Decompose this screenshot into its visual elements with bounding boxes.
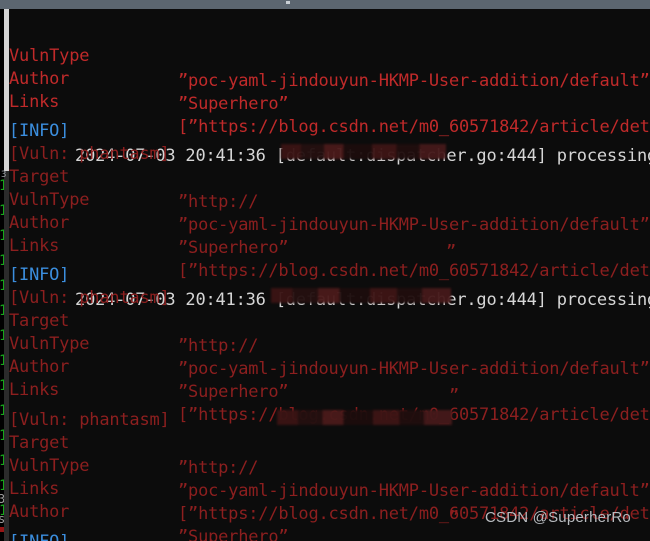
vuln-field-row: Target ”http:// ” — [9, 284, 459, 406]
vuln-field-row: Links [”https://blog.csdn.net/m0_6057184… — [9, 65, 650, 137]
redacted-hostname — [281, 144, 446, 159]
field-value-target-prefix: ”http:// — [178, 192, 259, 212]
vuln-field-row: Author ”Superhero” — [9, 475, 289, 541]
vuln-field-row: Links [”https://blog.csdn.net/m0_6057184… — [9, 353, 650, 425]
redacted-hostname — [277, 410, 452, 425]
log-line-info: [INFO] 2024-07-03 20:41:36 [default:disp… — [9, 238, 650, 310]
vuln-field-row: Author ”Superhero” — [9, 330, 289, 402]
field-value-vulntype: ”poc-yaml-jindouyun-HKMP-User-addition/d… — [178, 481, 650, 501]
vuln-field-row: VulnType ”poc-yaml-jindouyun-HKMP-User-a… — [9, 163, 650, 235]
field-value-author: ”Superhero” — [178, 238, 289, 258]
watermark-label: CSDN @SuperherRo — [485, 509, 631, 526]
redacted-hostname — [271, 288, 451, 303]
field-value-vulntype: ”poc-yaml-jindouyun-HKMP-User-addition/d… — [178, 215, 650, 235]
vuln-block-header: [Vuln: phantasm] — [9, 383, 170, 430]
scrollbar-position-marker: 3 — [1, 170, 7, 180]
log-line-info: [INFO] 2024-07-03 20:41:36 [default:disp… — [9, 94, 650, 166]
titlebar-indicator-icon — [286, 1, 290, 4]
vuln-field-row: Target ”http:// ” — [9, 406, 459, 528]
field-value-links: [”https://blog.csdn.net/m0_60571842/arti… — [178, 261, 650, 281]
field-value-target-prefix: ”http:// — [178, 336, 259, 356]
field-value-author: ”Superhero” — [178, 94, 289, 114]
terminal-screenshot: 1 1 1 1 1 1 1 1 1 1 1 1 1 1 3 s 3 VulnTy… — [0, 0, 650, 541]
field-value-target-prefix: ”http:// — [178, 458, 259, 478]
vuln-field-row: Target ”http:// ” — [9, 140, 456, 262]
vuln-field-row: VulnType ”poc-yaml-jindouyun-HKMP-User-a… — [9, 19, 650, 91]
field-value-author: ”Superhero” — [178, 382, 289, 402]
vuln-field-row: Author ”Superhero” — [9, 42, 289, 114]
field-value-author: ”Superhero” — [178, 527, 289, 541]
vuln-field-row: Author ”Superhero” — [9, 186, 289, 258]
field-value-vulntype: ”poc-yaml-jindouyun-HKMP-User-addition/d… — [178, 359, 650, 379]
vuln-block-header: [Vuln: phantasm] — [9, 261, 170, 308]
vuln-block-header: [Vuln: phantasm] — [9, 117, 170, 164]
vuln-field-row: VulnType ”poc-yaml-jindouyun-HKMP-User-a… — [9, 429, 650, 501]
field-value-links: [”https://blog.csdn.net/m0_60571842/arti… — [178, 117, 650, 137]
vuln-field-row: Links [”https://blog.csdn.net/m0_6057184… — [9, 452, 650, 524]
field-value-vulntype: ”poc-yaml-jindouyun-HKMP-User-addition/d… — [178, 71, 650, 91]
terminal-output: VulnType ”poc-yaml-jindouyun-HKMP-User-a… — [9, 9, 650, 541]
window-titlebar-strip[interactable] — [0, 0, 650, 9]
vuln-field-row: VulnType ”poc-yaml-jindouyun-HKMP-User-a… — [9, 307, 650, 379]
vuln-field-row: Links [”https://blog.csdn.net/m0_6057184… — [9, 209, 650, 281]
